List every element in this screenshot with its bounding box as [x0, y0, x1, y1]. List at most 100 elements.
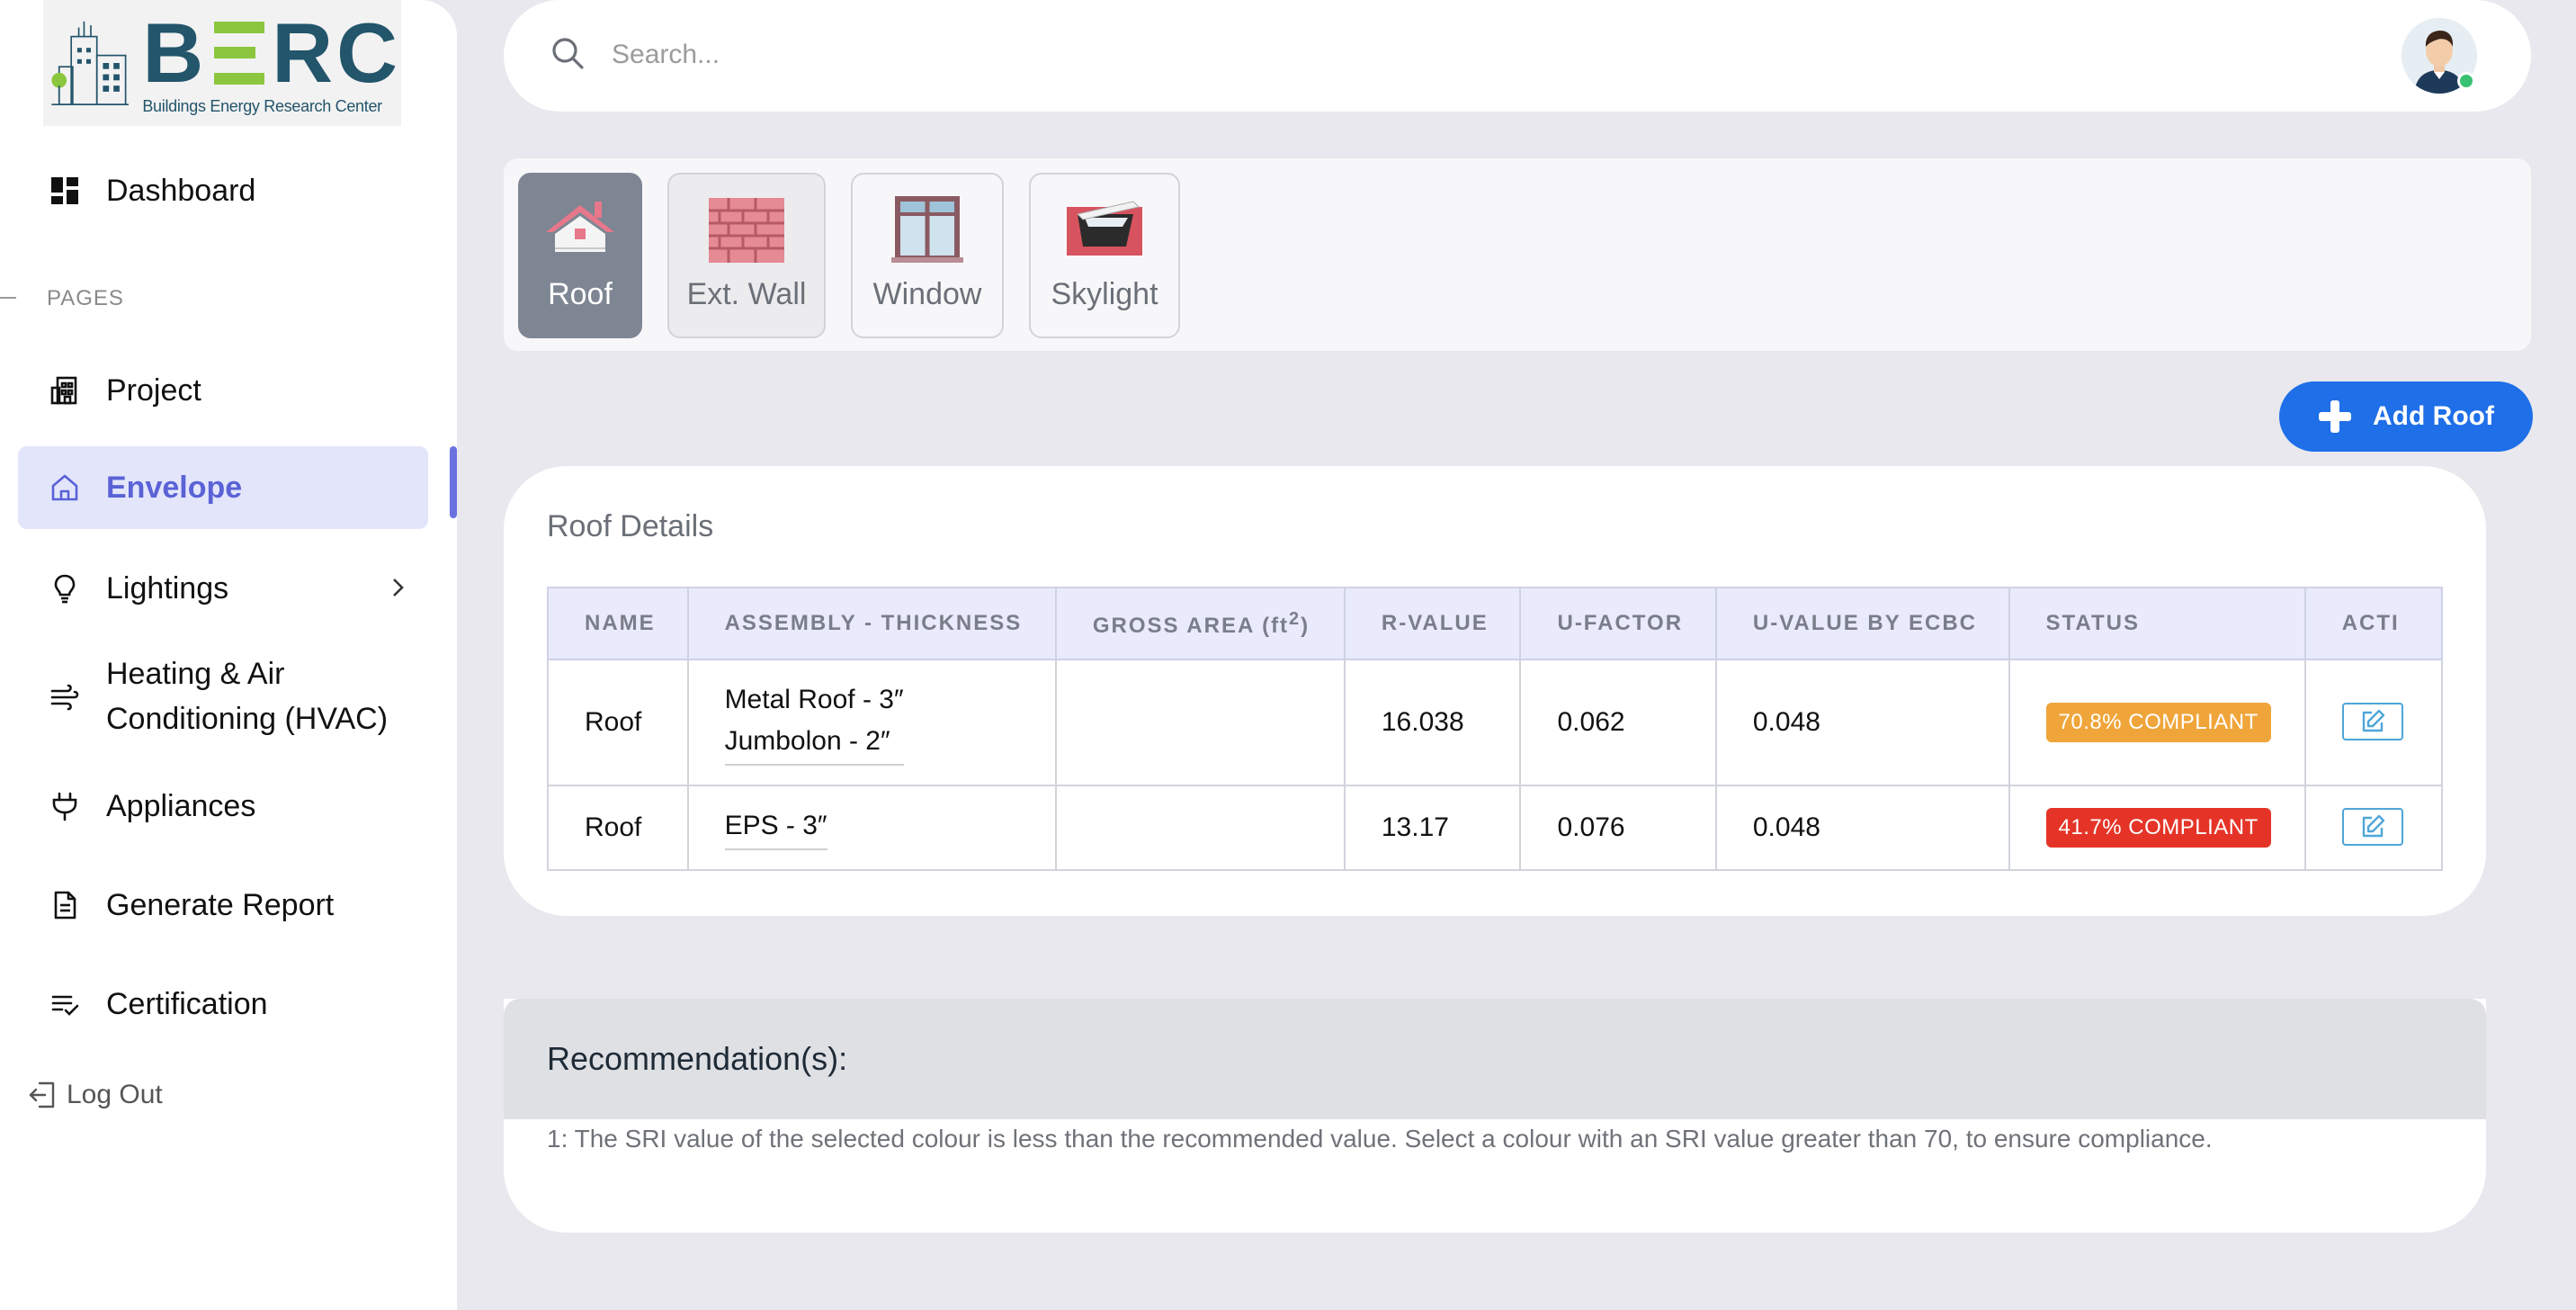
column-header[interactable]: U-VALUE BY ECBC	[1714, 587, 2010, 660]
recommendations-title: Recommendation(s):	[547, 1040, 848, 1077]
skylight-icon	[1067, 201, 1142, 256]
wind-icon	[49, 680, 81, 713]
tab-label: Roof	[548, 277, 613, 311]
checklist-icon	[49, 988, 81, 1020]
sidebar-item-label: Certification	[106, 986, 268, 1021]
search-bar[interactable]: Search...	[504, 0, 2531, 112]
sidebar-item-label: Project	[106, 372, 201, 408]
building-logo-icon	[51, 21, 129, 106]
cell-action	[2303, 659, 2443, 786]
column-header-text: )	[1301, 613, 1310, 638]
add-roof-label: Add Roof	[2373, 401, 2494, 431]
berc-logo[interactable]: B RC Buildings Energy Research Center	[43, 0, 401, 126]
cell-action	[2303, 785, 2443, 871]
tab-label: Skylight	[1051, 277, 1158, 311]
sidebar: B RC Buildings Energy Research Center Da…	[0, 0, 457, 1310]
sidebar-item-certification[interactable]: Certification	[18, 963, 428, 1045]
sidebar-item-label: Envelope	[106, 470, 243, 505]
column-header[interactable]: NAME	[547, 587, 689, 660]
table-row: Roof Metal Roof - 3″ Jumbolon - 2″ 16.03…	[547, 659, 2443, 786]
roof-details-card: Roof Details NAME ASSEMBLY - THICKNESS G…	[504, 466, 2486, 916]
assembly-layer: Jumbolon - 2″	[724, 726, 890, 756]
recommendation-item: 1: The SRI value of the selected colour …	[547, 1125, 2213, 1153]
window-icon	[891, 196, 963, 263]
logout-icon	[29, 1081, 55, 1108]
column-header[interactable]: ASSEMBLY - THICKNESS	[686, 587, 1057, 660]
cell-r-value: 13.17	[1343, 785, 1522, 871]
column-header[interactable]: U-FACTOR	[1519, 587, 1717, 660]
plug-icon	[49, 790, 81, 822]
tab-label: Ext. Wall	[686, 277, 807, 311]
cell-assembly[interactable]: Metal Roof - 3″ Jumbolon - 2″	[686, 659, 1057, 786]
table-row: Roof EPS - 3″ 13.17 0.076 0.048 41.7% CO…	[547, 785, 2443, 871]
roof-icon	[546, 202, 614, 252]
online-status-dot	[2457, 72, 2475, 90]
assembly-list: Metal Roof - 3″ Jumbolon - 2″	[724, 679, 904, 766]
sidebar-item-project[interactable]: Project	[18, 349, 428, 432]
cell-name: Roof	[547, 659, 689, 786]
search-icon	[552, 38, 584, 69]
tab-label: Window	[872, 277, 982, 311]
status-badge: 70.8% COMPLIANT	[2045, 703, 2271, 742]
sidebar-item-label: Heating & Air Conditioning (HVAC)	[106, 657, 389, 736]
bulb-icon	[49, 572, 81, 605]
cell-u-value-ecbc: 0.048	[1714, 785, 2010, 871]
table-header-row: NAME ASSEMBLY - THICKNESS GROSS AREA (ft…	[547, 587, 2443, 660]
sidebar-item-envelope[interactable]: Envelope	[18, 446, 428, 529]
edit-button[interactable]	[2341, 808, 2403, 846]
sidebar-item-label: Appliances	[106, 788, 256, 823]
card-title: Roof Details	[547, 509, 714, 543]
recommendations-header: Recommendation(s):	[504, 999, 2486, 1119]
tab-ext-wall[interactable]: Ext. Wall	[667, 173, 826, 338]
cell-assembly[interactable]: EPS - 3″	[686, 785, 1057, 871]
cell-gross-area	[1054, 659, 1346, 786]
envelope-tabs: Roof Ext. Wall Window Skylight	[504, 158, 2531, 351]
edit-icon	[2362, 709, 2384, 732]
tab-roof[interactable]: Roof	[518, 173, 642, 338]
sidebar-item-label: Dashboard	[106, 173, 256, 208]
cell-status: 41.7% COMPLIANT	[2008, 785, 2306, 871]
assembly-layer: Metal Roof - 3″	[724, 685, 904, 714]
sidebar-item-generate-report[interactable]: Generate Report	[18, 864, 428, 947]
assembly-list: EPS - 3″	[724, 805, 827, 850]
cell-u-factor: 0.076	[1519, 785, 1717, 871]
cell-u-factor: 0.062	[1519, 659, 1717, 786]
cell-gross-area	[1054, 785, 1346, 871]
column-header-text: GROSS AREA (ft	[1092, 613, 1290, 638]
cell-status: 70.8% COMPLIANT	[2008, 659, 2306, 786]
search-input[interactable]: Search...	[612, 40, 720, 70]
active-indicator	[450, 446, 457, 518]
document-icon	[49, 889, 81, 921]
edit-icon	[2362, 814, 2384, 838]
sidebar-item-dashboard[interactable]: Dashboard	[18, 149, 428, 232]
cell-name: Roof	[547, 785, 689, 871]
section-divider	[0, 297, 16, 299]
column-header[interactable]: ACTI	[2303, 587, 2443, 660]
superscript: 2	[1289, 608, 1301, 629]
sidebar-item-label: Generate Report	[106, 887, 335, 922]
status-badge: 41.7% COMPLIANT	[2045, 808, 2271, 848]
sidebar-item-appliances[interactable]: Appliances	[18, 765, 428, 848]
add-roof-button[interactable]: Add Roof	[2279, 381, 2533, 452]
tab-window[interactable]: Window	[851, 173, 1004, 338]
plus-icon	[2319, 400, 2351, 433]
logout-link[interactable]: Log Out	[27, 1080, 163, 1110]
roof-table-scroll[interactable]: NAME ASSEMBLY - THICKNESS GROSS AREA (ft…	[547, 587, 2443, 871]
dashboard-grid-icon	[49, 175, 81, 207]
cell-r-value: 16.038	[1343, 659, 1522, 786]
brand-subtitle: Buildings Energy Research Center	[142, 96, 382, 115]
section-label-pages: PAGES	[47, 286, 124, 310]
tab-skylight[interactable]: Skylight	[1029, 173, 1180, 338]
assembly-layer: EPS - 3″	[724, 811, 827, 840]
brick-wall-icon	[709, 198, 784, 263]
logout-label: Log Out	[67, 1080, 163, 1109]
home-icon	[49, 471, 81, 504]
sidebar-item-lightings[interactable]: Lightings	[18, 547, 428, 630]
chevron-right-icon	[393, 579, 404, 597]
column-header[interactable]: STATUS	[2008, 587, 2306, 660]
roof-table: NAME ASSEMBLY - THICKNESS GROSS AREA (ft…	[547, 587, 2443, 871]
sidebar-item-hvac[interactable]: Heating & Air Conditioning (HVAC)	[18, 646, 428, 747]
column-header[interactable]: GROSS AREA (ft2)	[1054, 587, 1346, 660]
column-header[interactable]: R-VALUE	[1343, 587, 1522, 660]
edit-button[interactable]	[2341, 703, 2403, 740]
